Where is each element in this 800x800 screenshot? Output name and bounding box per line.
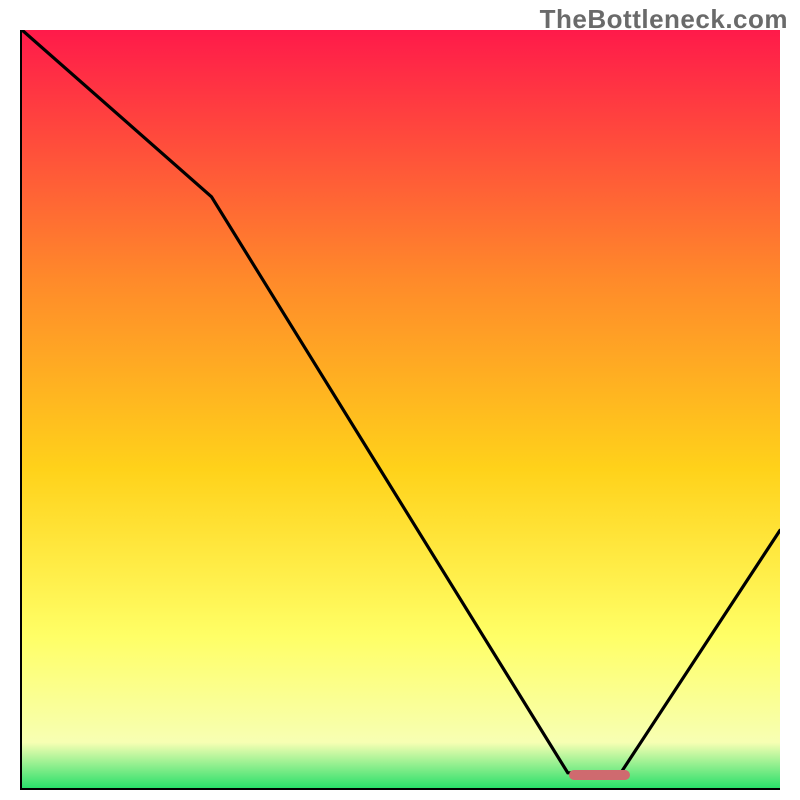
- watermark-text: TheBottleneck.com: [540, 4, 788, 35]
- optimal-range-marker: [569, 770, 630, 780]
- bottleneck-curve: [22, 30, 780, 788]
- plot-area: [20, 30, 780, 790]
- chart-container: TheBottleneck.com: [0, 0, 800, 800]
